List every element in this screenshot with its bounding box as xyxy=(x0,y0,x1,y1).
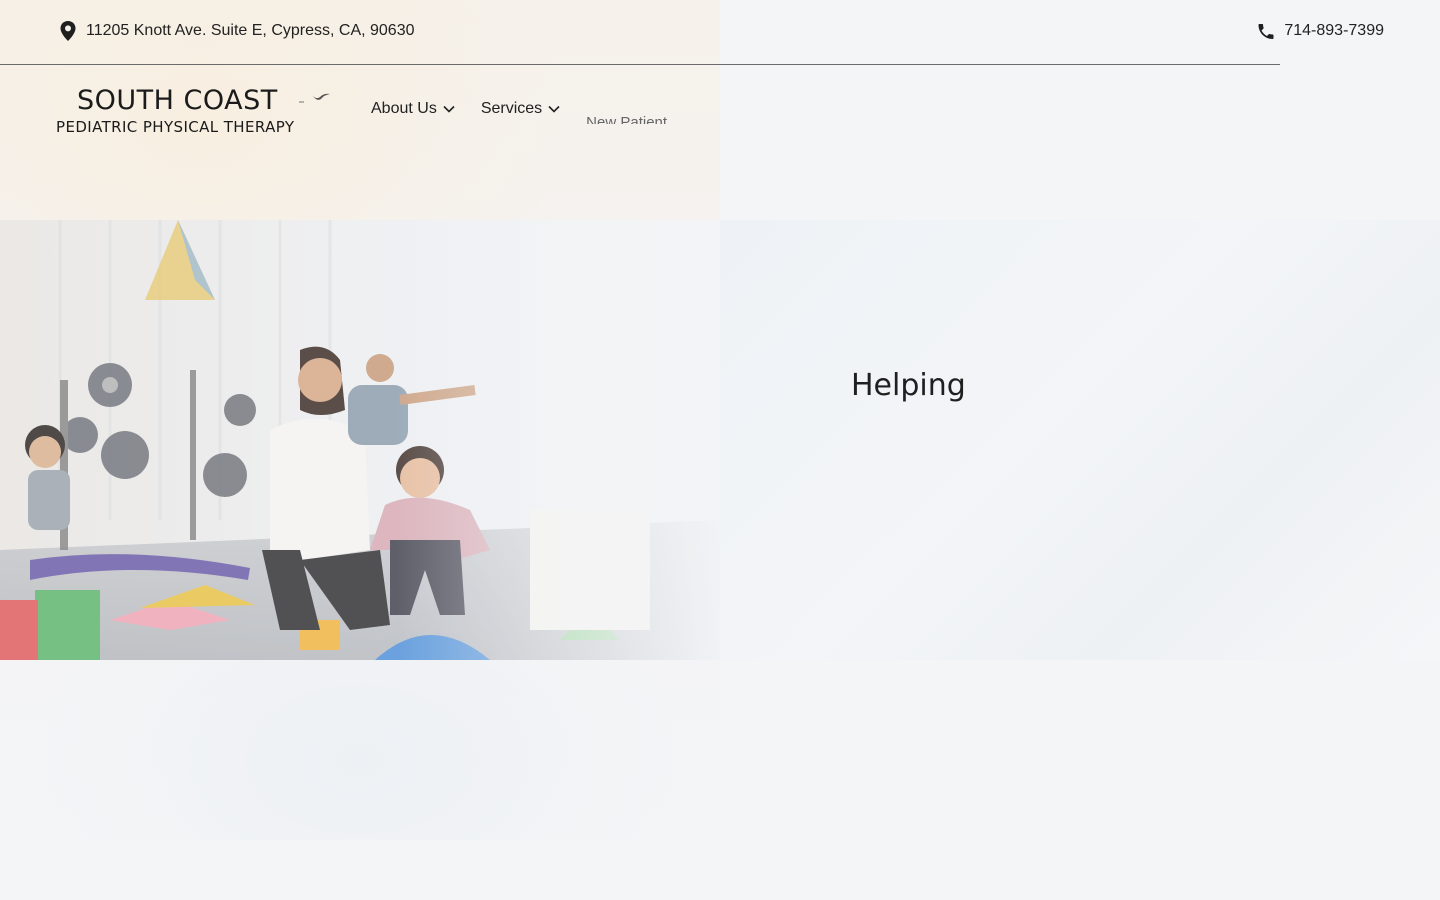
top-bar: 11205 Knott Ave. Suite E, Cypress, CA, 9… xyxy=(0,0,1440,64)
nav-new-patient[interactable]: New Patient xyxy=(586,114,667,124)
phone-text: 714-893-7399 xyxy=(1284,22,1384,39)
chevron-down-icon xyxy=(548,100,560,118)
logo-subtitle: PEDIATRIC PHYSICAL THERAPY xyxy=(56,118,295,136)
main-nav: About Us Services New Patient xyxy=(371,100,667,124)
topbar-divider xyxy=(0,64,1280,65)
phone-link[interactable]: 714-893-7399 xyxy=(1256,20,1384,42)
site-logo[interactable]: SOUTH COAST PEDIATRIC PHYSICAL THERAPY xyxy=(56,84,336,140)
map-pin-icon xyxy=(58,20,78,42)
hero-image xyxy=(0,220,720,660)
logo-title: SOUTH COAST xyxy=(77,85,278,116)
chevron-down-icon xyxy=(443,100,455,118)
address-link[interactable]: 11205 Knott Ave. Suite E, Cypress, CA, 9… xyxy=(58,20,415,42)
hero-background-right xyxy=(720,220,1440,660)
nav-new-patient-label: New Patient xyxy=(586,114,668,124)
bird-logo-icon xyxy=(299,93,330,103)
nav-services-label: Services xyxy=(480,100,543,117)
nav-services[interactable]: Services xyxy=(481,100,560,118)
nav-about-us-label: About Us xyxy=(371,100,437,117)
address-text: 11205 Knott Ave. Suite E, Cypress, CA, 9… xyxy=(86,22,415,39)
hero-heading: Helping xyxy=(851,368,966,403)
phone-icon xyxy=(1256,20,1276,42)
nav-about-us[interactable]: About Us xyxy=(371,100,455,118)
